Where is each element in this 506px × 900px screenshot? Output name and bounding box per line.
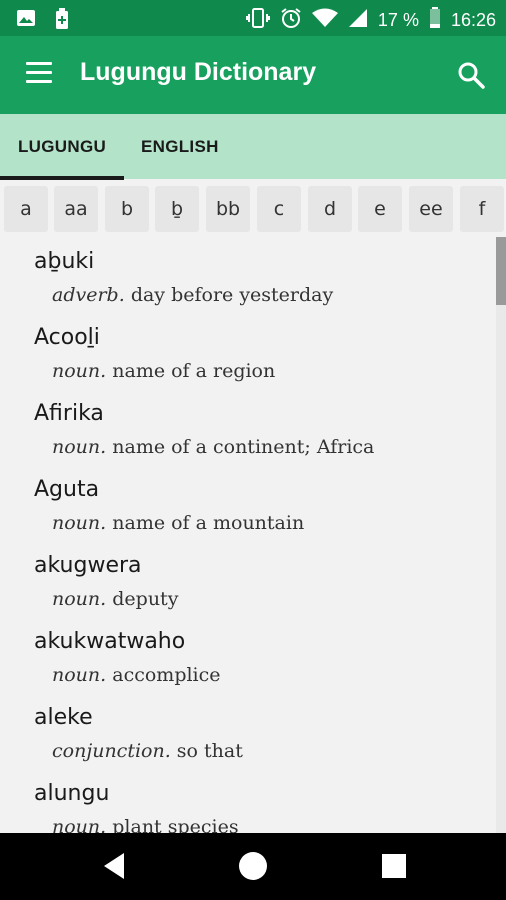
definition: name of a continent; Africa [112, 436, 375, 458]
definition-line: noun. name of a region [52, 359, 275, 383]
definition-line: noun. name of a continent; Africa [52, 435, 374, 459]
headword: akugwera [34, 553, 142, 578]
part-of-speech: noun. [52, 816, 107, 833]
definition-line: noun. deputy [52, 587, 178, 611]
status-bar: 17 % 16:26 [0, 0, 506, 36]
list-item[interactable]: Aguta noun. name of a mountain [34, 477, 304, 535]
search-icon[interactable] [456, 60, 486, 90]
home-icon[interactable] [238, 851, 268, 885]
app-bar: Lugungu Dictionary [0, 36, 506, 114]
headword: Aguta [34, 477, 100, 502]
clock: 16:26 [450, 10, 496, 30]
definition: so that [176, 740, 243, 762]
menu-icon[interactable] [26, 62, 54, 86]
letter-button[interactable]: aa [54, 186, 98, 232]
wifi-icon [311, 8, 338, 33]
part-of-speech: noun. [52, 360, 107, 382]
signal-icon [348, 8, 368, 33]
alarm-icon [280, 7, 302, 34]
list-item[interactable]: aleke conjunction. so that [34, 705, 243, 763]
letter-button[interactable]: e [358, 186, 402, 232]
letter-button[interactable]: f [460, 186, 504, 232]
back-icon[interactable] [100, 851, 128, 885]
list-item[interactable]: akugwera noun. deputy [34, 553, 178, 611]
tab-lugungu[interactable]: LUGUNGU [18, 114, 106, 179]
battery-percent: 17 % [377, 10, 419, 30]
dictionary-list[interactable]: aḇuki adverb. day before yesterday Acooḻ… [0, 237, 506, 833]
letter-button[interactable]: ee [409, 186, 453, 232]
battery-icon [429, 7, 441, 34]
gallery-notification-icon [16, 8, 36, 34]
app-title: Lugungu Dictionary [80, 58, 317, 86]
definition: day before yesterday [130, 284, 334, 306]
part-of-speech: noun. [52, 512, 107, 534]
list-item[interactable]: Afirika noun. name of a continent; Afric… [34, 401, 374, 459]
definition-line: adverb. day before yesterday [52, 283, 333, 307]
recents-icon[interactable] [382, 854, 406, 882]
part-of-speech: conjunction. [52, 740, 171, 762]
definition: deputy [112, 588, 179, 610]
list-item[interactable]: alungu noun. plant species [34, 781, 239, 833]
battery-saver-notification-icon [54, 8, 70, 34]
definition-line: conjunction. so that [52, 739, 243, 763]
definition: accomplice [112, 664, 221, 686]
list-item[interactable]: akukwatwaho noun. accomplice [34, 629, 221, 687]
part-of-speech: noun. [52, 664, 107, 686]
headword: Afirika [34, 401, 104, 426]
part-of-speech: noun. [52, 436, 107, 458]
letter-button[interactable]: a [4, 186, 48, 232]
letter-button[interactable]: c [257, 186, 301, 232]
part-of-speech: noun. [52, 588, 107, 610]
letter-button[interactable]: bb [206, 186, 250, 232]
tab-english[interactable]: ENGLISH [141, 114, 219, 179]
headword: akukwatwaho [34, 629, 186, 654]
navigation-bar [0, 833, 506, 900]
headword: aleke [34, 705, 93, 730]
definition: name of a region [112, 360, 276, 382]
definition-line: noun. accomplice [52, 663, 221, 687]
letter-button[interactable]: ḇ [155, 186, 199, 232]
list-item[interactable]: Acooḻi noun. name of a region [34, 325, 275, 383]
headword: Acooḻi [34, 325, 100, 350]
letter-button[interactable]: b [105, 186, 149, 232]
scrollbar-track[interactable] [496, 237, 506, 833]
language-tabs: LUGUNGU ENGLISH [0, 114, 506, 179]
scrollbar-thumb[interactable] [496, 237, 506, 305]
definition: name of a mountain [112, 512, 305, 534]
part-of-speech: adverb. [52, 284, 125, 306]
definition-line: noun. name of a mountain [52, 511, 304, 535]
list-item[interactable]: aḇuki adverb. day before yesterday [34, 249, 333, 307]
headword: aḇuki [34, 249, 95, 274]
headword: alungu [34, 781, 110, 806]
letter-index: a aa b ḇ bb c d e ee f [0, 180, 506, 237]
letter-button[interactable]: d [308, 186, 352, 232]
definition-line: noun. plant species [52, 815, 239, 833]
definition: plant species [112, 816, 239, 833]
vibrate-icon [245, 8, 270, 33]
